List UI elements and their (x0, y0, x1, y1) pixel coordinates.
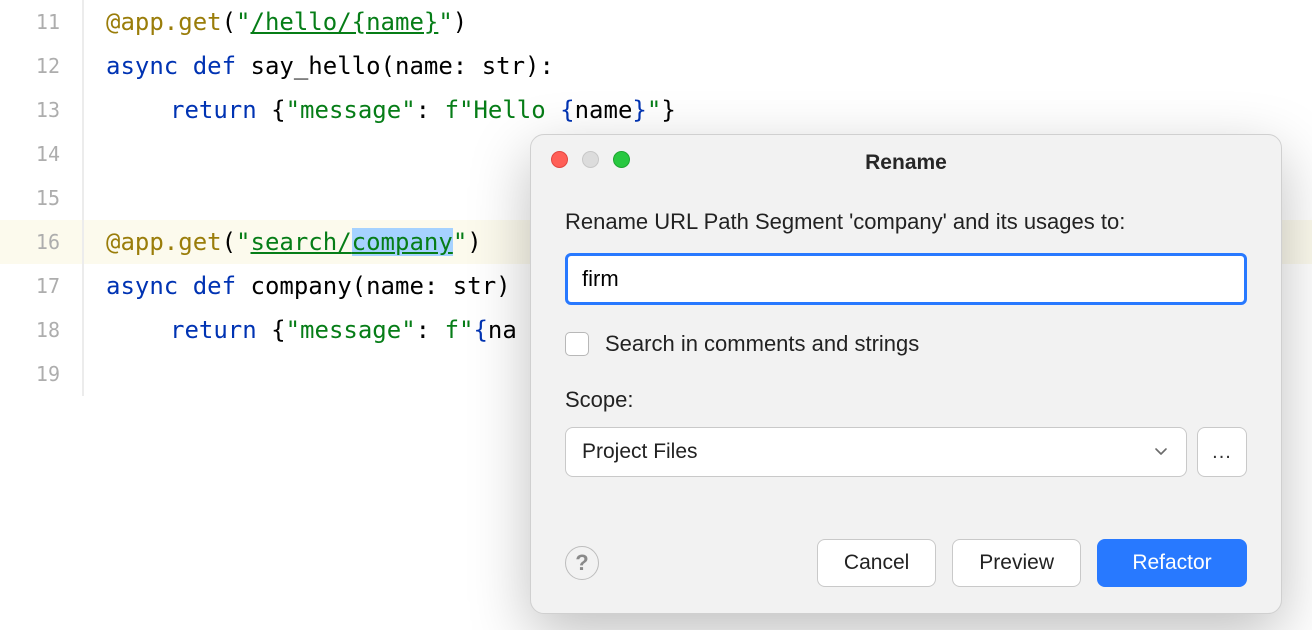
code-line[interactable]: return {"message": f"Hello {name}"} (84, 96, 676, 124)
cancel-button[interactable]: Cancel (817, 539, 936, 587)
code-line[interactable]: return {"message": f"{na (84, 316, 517, 344)
scope-value: Project Files (582, 440, 698, 464)
scope-select[interactable]: Project Files (565, 427, 1187, 477)
code-line[interactable]: @app.get("/hello/{name}") (84, 8, 467, 36)
line-number: 18 (0, 318, 82, 342)
code-line[interactable]: async def say_hello(name: str): (84, 52, 554, 80)
chevron-down-icon (1152, 443, 1170, 461)
preview-button[interactable]: Preview (952, 539, 1081, 587)
line-number: 15 (0, 186, 82, 210)
checkbox-label[interactable]: Search in comments and strings (605, 331, 919, 357)
refactor-button[interactable]: Refactor (1097, 539, 1247, 587)
scope-more-button[interactable]: ... (1197, 427, 1247, 477)
rename-input[interactable] (565, 253, 1247, 305)
code-line[interactable]: async def company(name: str) (84, 272, 511, 300)
line-number: 19 (0, 362, 82, 386)
line-number: 11 (0, 10, 82, 34)
dialog-title: Rename (531, 143, 1281, 175)
rename-dialog: Rename Rename URL Path Segment 'company'… (530, 134, 1282, 614)
help-button[interactable]: ? (565, 546, 599, 580)
close-icon[interactable] (551, 151, 568, 168)
scope-label: Scope: (565, 387, 1247, 413)
selected-segment[interactable]: company (352, 228, 453, 256)
search-comments-checkbox[interactable] (565, 332, 589, 356)
minimize-icon (582, 151, 599, 168)
rename-prompt: Rename URL Path Segment 'company' and it… (565, 209, 1247, 235)
line-number: 17 (0, 274, 82, 298)
code-line[interactable]: @app.get("search/company") (84, 228, 482, 256)
line-number: 16 (0, 230, 82, 254)
line-number: 14 (0, 142, 82, 166)
line-number: 13 (0, 98, 82, 122)
line-number: 12 (0, 54, 82, 78)
zoom-icon[interactable] (613, 151, 630, 168)
titlebar[interactable]: Rename (531, 135, 1281, 183)
